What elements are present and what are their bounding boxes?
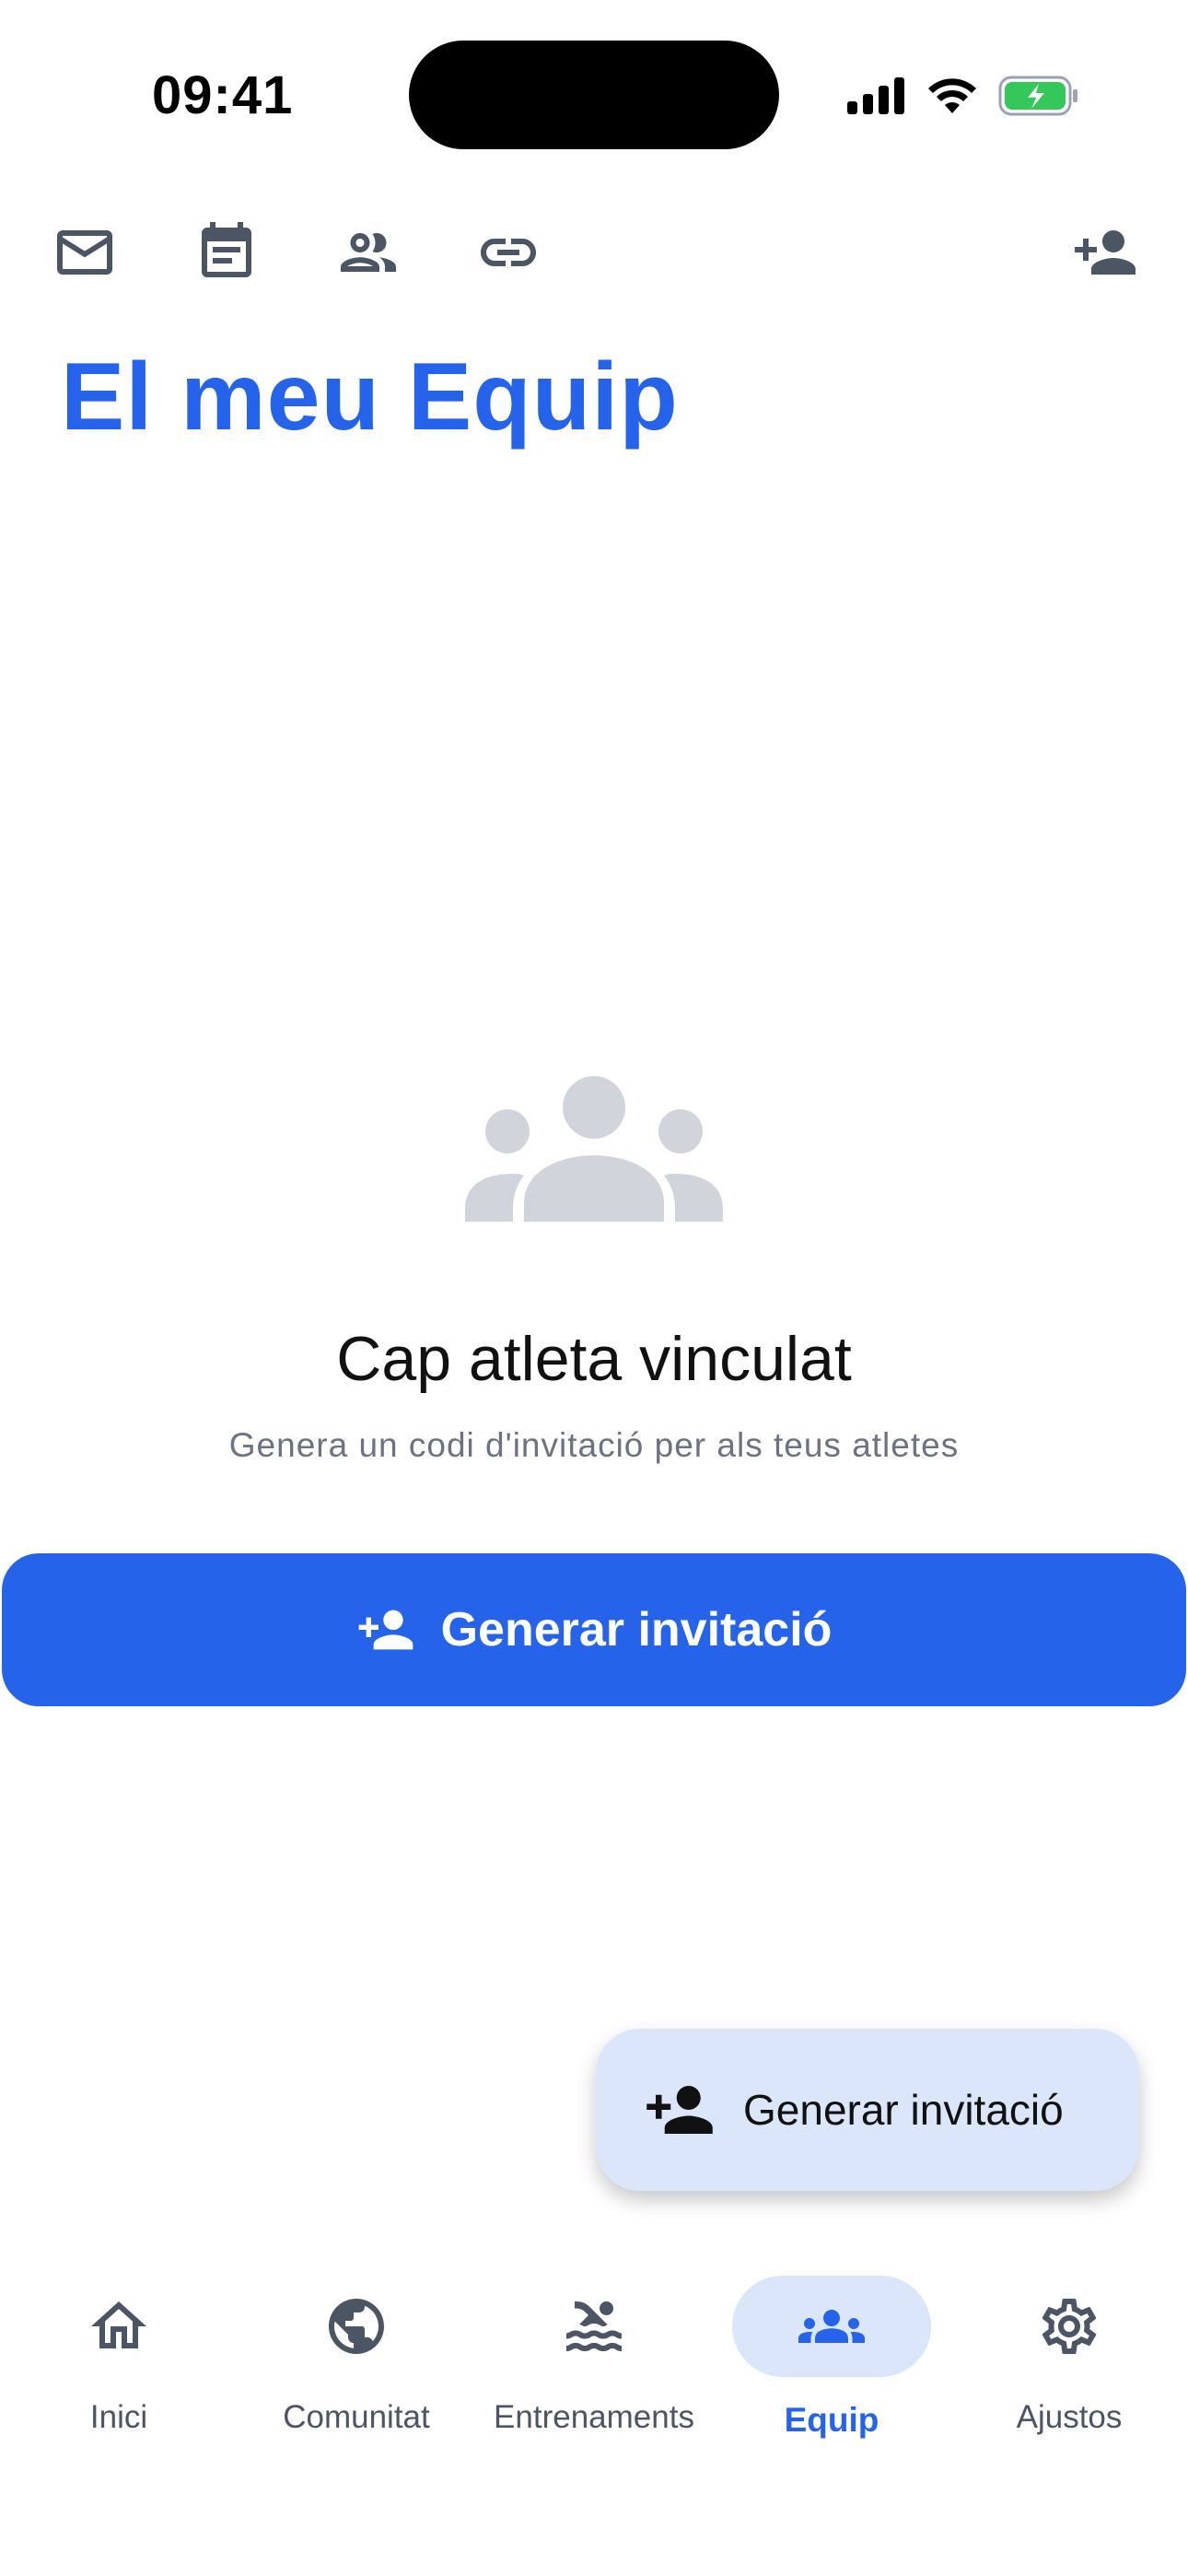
nav-item-comunitat[interactable]: Comunitat [238,2248,475,2451]
calendar-note-icon[interactable] [188,214,265,291]
swim-icon [566,2301,622,2351]
gear-icon [1042,2299,1097,2354]
nav-item-equip[interactable]: Equip [713,2248,950,2451]
nav-item-inici[interactable]: Inici [0,2248,238,2451]
groups-icon [798,2310,865,2343]
mail-icon[interactable] [46,214,123,291]
bottom-navigation: Inici Comunitat Entrenaments Equip Ajust… [0,2248,1188,2451]
nav-label-equip: Equip [784,2401,879,2439]
empty-state-subtitle: Genera un codi d'invitació per als teus … [228,1426,960,1464]
link-icon[interactable] [470,214,547,291]
fab-label: Generar invitació [743,2086,1064,2134]
globe-icon [329,2299,384,2354]
generate-invitation-fab[interactable]: Generar invitació [596,2029,1139,2191]
empty-state-title: Cap atleta vinculat [336,1324,852,1394]
nav-item-entrenaments[interactable]: Entrenaments [475,2248,713,2451]
dynamic-island [409,41,779,149]
nav-item-ajustos[interactable]: Ajustos [950,2248,1188,2451]
home-icon [91,2301,146,2348]
battery-icon [998,76,1077,116]
signal-icon [847,77,904,114]
page-title: El meu Equip [61,344,679,451]
nav-label-comunitat: Comunitat [283,2399,430,2435]
add-person-icon [358,1610,413,1650]
add-person-icon [646,2086,713,2134]
nav-label-inici: Inici [89,2399,148,2435]
groups-icon [465,1076,723,1222]
nav-label-entrenaments: Entrenaments [494,2399,694,2435]
wifi-icon [928,78,976,113]
generate-invitation-label: Generar invitació [440,1603,833,1657]
status-time: 09:41 [152,65,294,125]
generate-invitation-button[interactable]: Generar invitació [2,1553,1186,1706]
nav-label-ajustos: Ajustos [1016,2399,1123,2435]
status-icons [847,70,1079,122]
people-icon[interactable] [330,214,407,291]
add-person-icon[interactable] [1066,214,1144,291]
